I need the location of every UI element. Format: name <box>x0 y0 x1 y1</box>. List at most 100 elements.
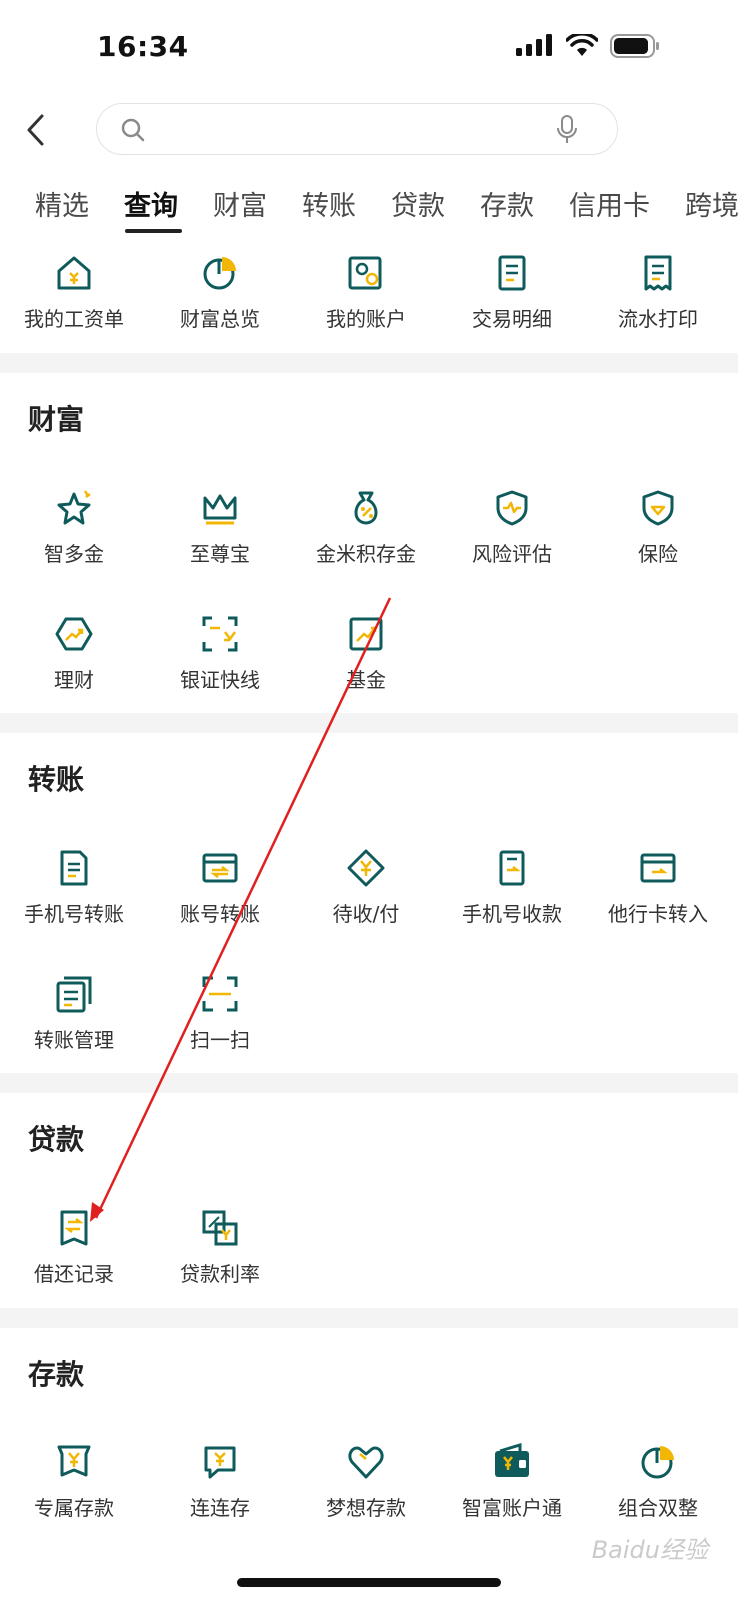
wealth-item-label: 理财 <box>54 668 94 692</box>
transfer-item-pending-payments[interactable]: 待收/付 <box>292 848 440 927</box>
search-input[interactable] <box>157 112 537 148</box>
receipt-icon <box>644 255 672 291</box>
quick-item-wealth-overview[interactable]: 财富总览 <box>146 253 294 332</box>
status-icons <box>516 34 660 58</box>
status-bar: 16:34 <box>0 0 738 96</box>
loan-item-label: 借还记录 <box>34 1262 114 1286</box>
wealth-item-label: 保险 <box>638 542 678 566</box>
transfer-item-phone-transfer[interactable]: 手机号转账 <box>0 848 148 927</box>
quick-item-my-account[interactable]: 我的账户 <box>292 253 440 332</box>
search-box[interactable] <box>96 103 618 155</box>
section-title-loan: 贷款 <box>28 1123 85 1156</box>
wealth-item-label: 风险评估 <box>472 542 552 566</box>
wealth-item-risk-assessment[interactable]: 风险评估 <box>438 488 586 567</box>
transfer-item-label: 扫一扫 <box>190 1028 250 1052</box>
quick-item-statement-print[interactable]: 流水打印 <box>584 253 732 332</box>
back-button[interactable] <box>20 110 50 150</box>
tab-loan[interactable]: 贷款 <box>391 184 445 223</box>
transfer-item-label: 手机号收款 <box>462 902 562 926</box>
wealth-item-label: 银证快线 <box>180 668 260 692</box>
transfer-item-management[interactable]: 转账管理 <box>0 974 148 1053</box>
wealth-item-bank-securities[interactable]: 银证快线 <box>146 614 294 693</box>
document-list-icon <box>498 255 526 291</box>
quick-item-label: 财富总览 <box>180 307 260 331</box>
category-tabs: 精选 查询 财富 转账 贷款 存款 信用卡 跨境 <box>0 172 738 242</box>
home-indicator <box>237 1578 501 1587</box>
wealth-item-label: 基金 <box>346 668 386 692</box>
heart-icon <box>348 1446 384 1479</box>
signal-icon <box>516 34 552 56</box>
house-payslip-icon <box>57 256 91 290</box>
tab-transfer[interactable]: 转账 <box>302 184 356 223</box>
battery-icon <box>610 34 659 58</box>
quick-item-label: 我的账户 <box>326 307 406 331</box>
transfer-item-label: 他行卡转入 <box>608 902 708 926</box>
section-divider <box>0 713 738 733</box>
search-icon <box>121 118 145 142</box>
money-bag-icon <box>354 491 378 525</box>
deposit-item-label: 专属存款 <box>34 1496 114 1520</box>
hexagon-trend-icon <box>55 617 93 651</box>
deposit-item-label: 连连存 <box>190 1496 250 1520</box>
wealth-item-label: 至尊宝 <box>190 542 250 566</box>
transfer-item-scan[interactable]: 扫一扫 <box>146 974 294 1053</box>
wealth-item-financial-products[interactable]: 理财 <box>0 614 148 693</box>
crown-icon <box>203 494 237 525</box>
active-tab-indicator <box>125 229 182 233</box>
quick-item-label: 我的工资单 <box>24 307 124 331</box>
transfer-item-phone-receive[interactable]: 手机号收款 <box>438 848 586 927</box>
tab-credit-card[interactable]: 信用卡 <box>569 184 650 223</box>
wealth-item-fund[interactable]: 基金 <box>292 614 440 693</box>
wealth-item-label: 智多金 <box>44 542 104 566</box>
scan-icon <box>202 976 238 1012</box>
transfer-item-label: 待收/付 <box>332 902 400 926</box>
deposit-item-smart-account[interactable]: 智富账户通 <box>438 1442 586 1521</box>
deposit-item-combo[interactable]: 组合双整 <box>584 1442 732 1521</box>
watermark: Baidu经验 <box>591 1536 708 1564</box>
quick-item-transactions[interactable]: 交易明细 <box>438 253 586 332</box>
star-icon <box>57 490 91 525</box>
tab-cross-border[interactable]: 跨境 <box>685 184 738 223</box>
card-in-icon <box>640 853 676 883</box>
wallet-yen-icon <box>495 1442 529 1477</box>
deposit-item-dream[interactable]: 梦想存款 <box>292 1442 440 1521</box>
exchange-frame-icon <box>202 616 238 652</box>
loan-item-interest-rate[interactable]: 贷款利率 <box>146 1208 294 1287</box>
section-title-wealth: 财富 <box>28 403 85 436</box>
chevron-left-icon <box>27 114 44 146</box>
account-search-icon <box>348 256 382 290</box>
diamond-yen-icon <box>347 849 385 887</box>
stacked-documents-icon <box>56 976 92 1013</box>
fund-chart-icon <box>349 617 383 651</box>
deposit-item-label: 智富账户通 <box>462 1496 562 1520</box>
quick-item-label: 流水打印 <box>618 307 698 331</box>
quick-item-payslip[interactable]: 我的工资单 <box>0 253 148 332</box>
wealth-item-insurance[interactable]: 保险 <box>584 488 732 567</box>
wealth-item-gold-savings[interactable]: 金米积存金 <box>292 488 440 567</box>
phone-document-icon <box>60 850 88 886</box>
section-divider <box>0 353 738 373</box>
loan-item-label: 贷款利率 <box>180 1262 260 1286</box>
tab-featured[interactable]: 精选 <box>35 184 89 223</box>
tab-wealth[interactable]: 财富 <box>213 184 267 223</box>
tab-query[interactable]: 查询 <box>124 184 178 223</box>
pie-chart-icon <box>641 1446 674 1479</box>
transfer-item-other-bank-in[interactable]: 他行卡转入 <box>584 848 732 927</box>
section-divider <box>0 1073 738 1093</box>
deposit-item-exclusive[interactable]: 专属存款 <box>0 1442 148 1521</box>
wealth-item-label: 金米积存金 <box>316 542 416 566</box>
wifi-icon <box>566 34 598 56</box>
microphone-icon[interactable] <box>555 114 579 146</box>
tab-deposit[interactable]: 存款 <box>480 184 534 223</box>
section-divider <box>0 1308 738 1328</box>
wealth-item-zhizunbao[interactable]: 至尊宝 <box>146 488 294 567</box>
record-exchange-icon <box>60 1210 88 1246</box>
section-title-transfer: 转账 <box>28 763 85 796</box>
yen-banner-icon <box>57 1445 91 1477</box>
loan-item-borrow-repay-records[interactable]: 借还记录 <box>0 1208 148 1287</box>
deposit-item-lianlian[interactable]: 连连存 <box>146 1442 294 1521</box>
deposit-item-label: 组合双整 <box>618 1496 698 1520</box>
wealth-item-zhiduojin[interactable]: 智多金 <box>0 488 148 567</box>
transfer-item-account-transfer[interactable]: 账号转账 <box>146 848 294 927</box>
transfer-item-label: 转账管理 <box>34 1028 114 1052</box>
